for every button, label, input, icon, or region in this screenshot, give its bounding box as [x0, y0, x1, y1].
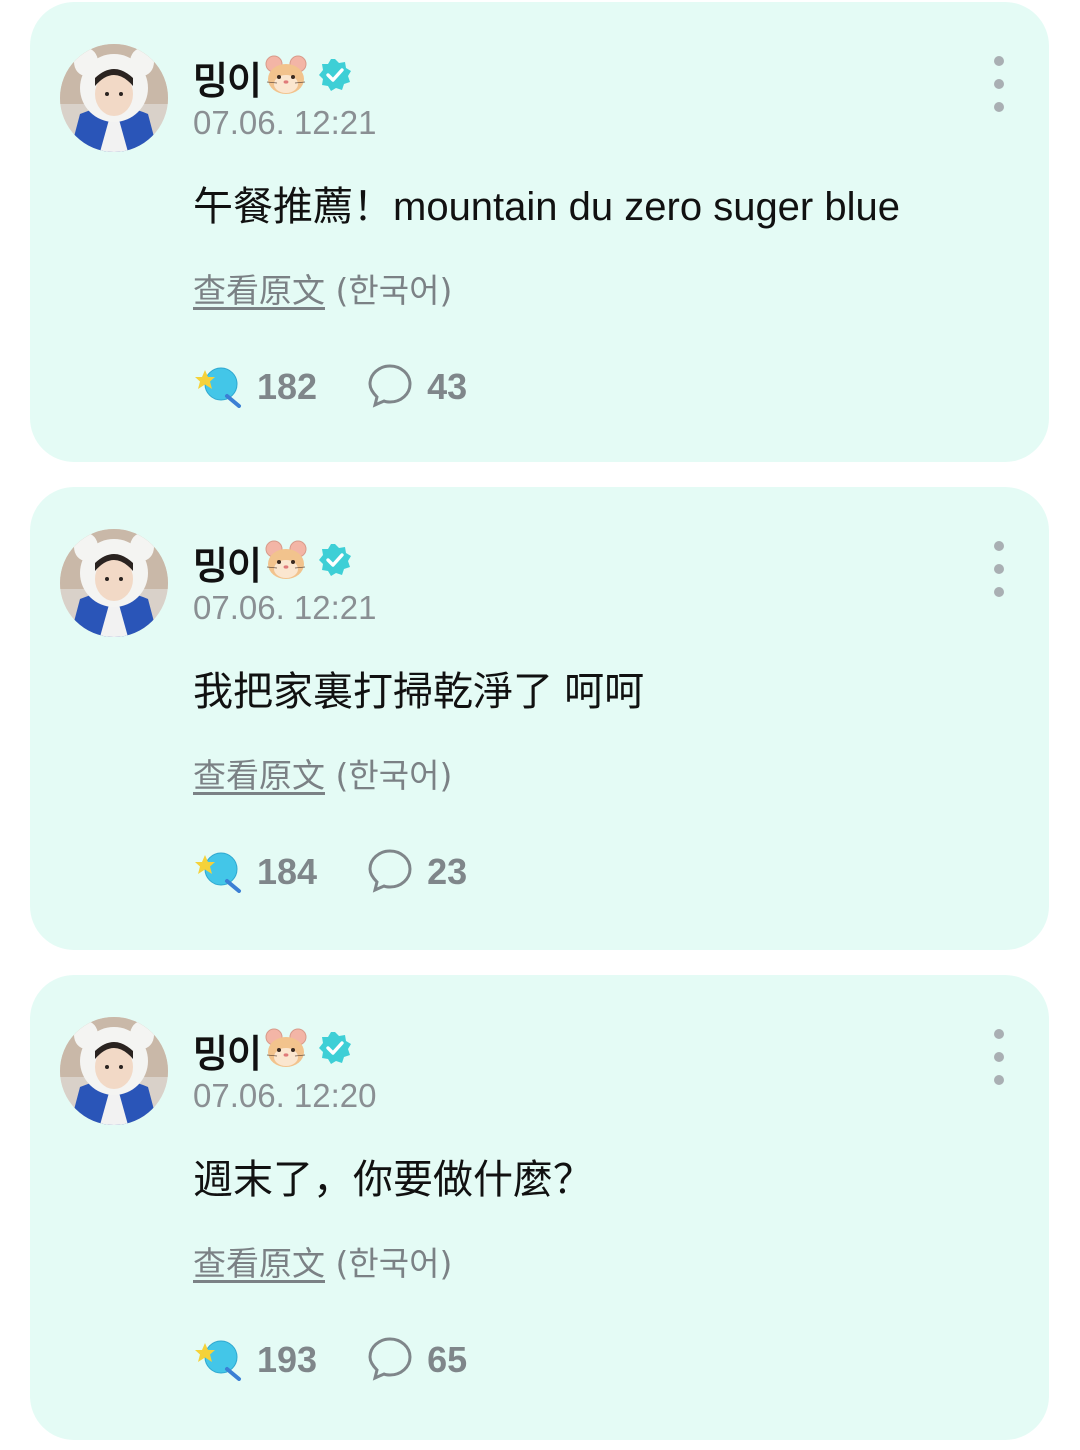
post-text: 週末了，你要做什麼？: [193, 1158, 593, 1202]
more-options-button[interactable]: [987, 56, 1011, 112]
avatar[interactable]: [60, 529, 168, 637]
author-row: 밍이: [193, 1023, 353, 1078]
like-button[interactable]: 193: [193, 1335, 317, 1385]
post-card[interactable]: 밍이 07.: [30, 487, 1049, 950]
more-options-button[interactable]: [987, 541, 1011, 597]
comment-count: 43: [427, 366, 468, 407]
post-feed: 밍이 07.06. 12:21 午餐推薦！mountain du zero su…: [0, 0, 1080, 1450]
avatar[interactable]: [60, 1017, 168, 1125]
author-name[interactable]: 밍이: [193, 535, 262, 590]
post-time: 07.06. 12:20: [193, 1077, 377, 1114]
author-name[interactable]: 밍이: [193, 50, 262, 105]
author-row: 밍이: [193, 50, 353, 105]
star-planet-like-icon: [193, 847, 243, 897]
comment-button[interactable]: 43: [367, 362, 467, 412]
verified-check-icon: [317, 542, 353, 582]
like-button[interactable]: 184: [193, 847, 317, 897]
star-planet-like-icon: [193, 1335, 243, 1385]
post-card[interactable]: 밍이 07.: [30, 975, 1049, 1440]
star-planet-like-icon: [193, 362, 243, 412]
post-time: 07.06. 12:21: [193, 104, 377, 141]
speech-bubble-icon: [367, 847, 413, 897]
like-count: 193: [257, 1339, 318, 1380]
original-language: (한국어): [335, 271, 453, 310]
post-actions: 193 65: [193, 1335, 467, 1385]
avatar[interactable]: [60, 44, 168, 152]
verified-check-icon: [317, 1030, 353, 1070]
like-count: 182: [257, 366, 318, 407]
translate-row: 查看原文 (한국어): [193, 749, 452, 797]
post-actions: 184 23: [193, 847, 467, 897]
post-text: 午餐推薦！mountain du zero suger blue: [193, 185, 900, 229]
comment-count: 23: [427, 851, 468, 892]
post-time: 07.06. 12:21: [193, 589, 377, 626]
vertical-dots-icon: [994, 1029, 1004, 1039]
original-language: (한국어): [335, 756, 453, 795]
hamster-face-icon: [263, 1025, 309, 1075]
like-button[interactable]: 182: [193, 362, 317, 412]
view-original-link[interactable]: 查看原文: [193, 756, 325, 795]
comment-count: 65: [427, 1339, 468, 1380]
speech-bubble-icon: [367, 1335, 413, 1385]
vertical-dots-icon: [994, 541, 1004, 551]
post-card[interactable]: 밍이 07.: [30, 2, 1049, 462]
vertical-dots-icon: [994, 56, 1004, 66]
view-original-link[interactable]: 查看原文: [193, 1244, 325, 1283]
post-text: 我把家裏打掃乾淨了 呵呵: [193, 670, 645, 714]
comment-button[interactable]: 23: [367, 847, 467, 897]
author-row: 밍이: [193, 535, 353, 590]
original-language: (한국어): [335, 1244, 453, 1283]
more-options-button[interactable]: [987, 1029, 1011, 1085]
view-original-link[interactable]: 查看原文: [193, 271, 325, 310]
translate-row: 查看原文 (한국어): [193, 1237, 452, 1285]
hamster-face-icon: [263, 537, 309, 587]
post-actions: 182 43: [193, 362, 467, 412]
comment-button[interactable]: 65: [367, 1335, 467, 1385]
translate-row: 查看原文 (한국어): [193, 264, 452, 312]
author-name[interactable]: 밍이: [193, 1023, 262, 1078]
verified-check-icon: [317, 57, 353, 97]
like-count: 184: [257, 851, 318, 892]
hamster-face-icon: [263, 52, 309, 102]
speech-bubble-icon: [367, 362, 413, 412]
